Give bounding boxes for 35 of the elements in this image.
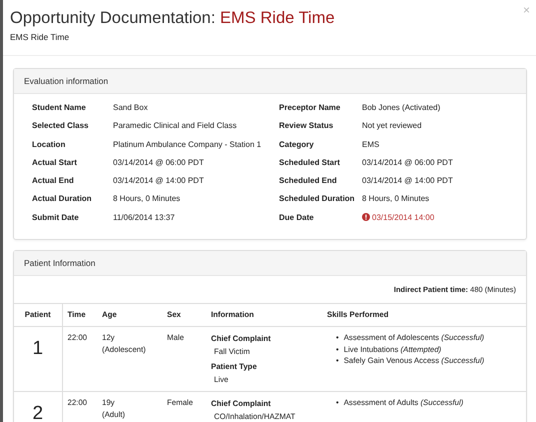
field-value: 03/14/2014 @ 14:00 PDT bbox=[362, 175, 454, 188]
field-value: 03/14/2014 @ 06:00 PDT bbox=[113, 156, 205, 169]
field-value: EMS bbox=[362, 138, 380, 151]
field-label: Location bbox=[32, 138, 66, 151]
field-label: Actual Start bbox=[32, 156, 78, 169]
field-value: 03/14/2014 @ 14:00 PDT bbox=[113, 175, 205, 188]
field-value: Not yet reviewed bbox=[362, 120, 423, 132]
field-label: Review Status bbox=[279, 120, 334, 132]
field-value: Platinum Ambulance Company - Station 1 bbox=[113, 138, 262, 151]
field-label: Preceptor Name bbox=[279, 102, 342, 114]
field-label: Actual End bbox=[32, 175, 75, 188]
field-label: Due Date bbox=[279, 212, 315, 224]
close-button[interactable]: × bbox=[522, 4, 530, 16]
field-label: Scheduled Start bbox=[279, 156, 341, 169]
field-label: Selected Class bbox=[32, 120, 90, 132]
panel-heading: Evaluation information bbox=[14, 69, 526, 94]
patient-number: 2 bbox=[32, 403, 44, 422]
field-value: 03/14/2014 @ 06:00 PDT bbox=[362, 156, 454, 169]
field-label: Submit Date bbox=[32, 212, 80, 224]
field-label: Scheduled End bbox=[279, 175, 338, 188]
field-label: Student Name bbox=[32, 102, 87, 114]
patient-number: 1 bbox=[32, 338, 44, 360]
field-value: 11/06/2014 13:37 bbox=[113, 212, 176, 224]
field-label: Category bbox=[279, 138, 315, 151]
field-label: Actual Duration bbox=[32, 193, 93, 206]
field-value: Sand Box bbox=[113, 102, 149, 114]
field-value: Paramedic Clinical and Field Class bbox=[113, 120, 238, 132]
field-value: 8 Hours, 0 Minutes bbox=[362, 193, 430, 206]
field-value: Bob Jones (Activated) bbox=[362, 102, 442, 114]
modal-subtitle: EMS Ride Time bbox=[10, 31, 70, 44]
field-label: Scheduled Duration bbox=[279, 193, 356, 206]
field-value: 03/15/2014 14:00 bbox=[372, 212, 434, 222]
field-value: 8 Hours, 0 Minutes bbox=[113, 193, 182, 206]
modal-title: Opportunity Documentation: EMS Ride Time bbox=[10, 8, 336, 28]
panel-heading: Patient Information bbox=[14, 251, 526, 276]
